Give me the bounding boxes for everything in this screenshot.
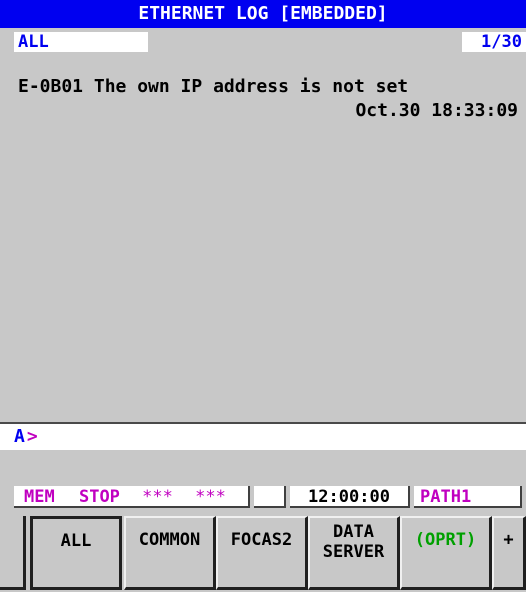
softkey-next[interactable]: + [492,516,526,590]
log-list: E-0B01 The own IP address is not set Oct… [0,54,526,422]
softkey-bar: ALL COMMON FOCAS2 DATA SERVER (OPRT) + [0,510,526,592]
page-indicator: 1/30 [462,32,526,52]
info-bar: ALL 1/30 [0,28,526,54]
status-time: 12:00:00 [290,486,410,508]
log-entry-timestamp: Oct.30 18:33:09 [355,100,518,121]
status-run-state: STOP [78,487,120,507]
input-prompt: A [14,426,25,447]
status-alarm-1: *** [142,487,173,507]
softkey-common[interactable]: COMMON [124,516,216,590]
filter-label: ALL [14,32,148,52]
screen-title: ETHERNET LOG [EMBEDDED] [0,0,526,28]
softkey-oprt[interactable]: (OPRT) [400,516,492,590]
softkey-data-server[interactable]: DATA SERVER [308,516,400,590]
softkey-focas2[interactable]: FOCAS2 [216,516,308,590]
input-caret-icon: > [26,426,38,447]
softkey-return[interactable] [0,516,26,590]
status-mode-text: MEM [24,487,55,507]
softkey-all[interactable]: ALL [30,516,122,590]
status-bar: MEM STOP *** *** 12:00:00 PATH1 [0,484,526,510]
log-entry-message: E-0B01 The own IP address is not set [18,76,409,97]
message-area [0,450,526,484]
key-input-line[interactable]: A > [0,424,526,450]
status-path: PATH1 [414,486,522,508]
status-blank [254,486,286,508]
status-mode: MEM STOP *** *** [14,486,250,508]
status-alarm-2: *** [195,487,226,507]
